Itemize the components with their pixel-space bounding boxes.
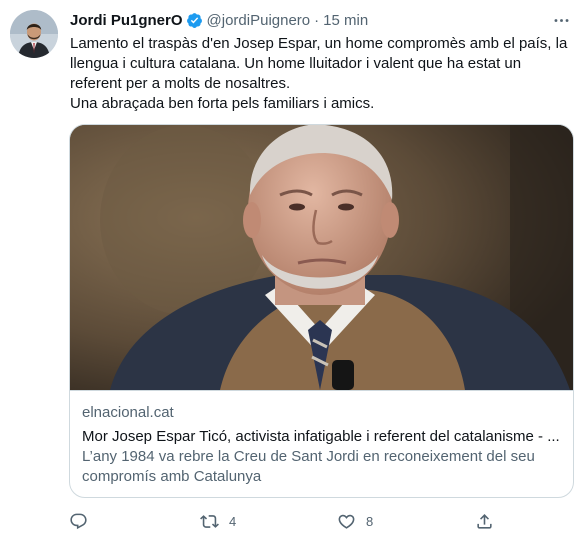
like-icon — [337, 512, 356, 531]
card-domain: elnacional.cat — [82, 404, 174, 421]
card-divider — [70, 390, 573, 391]
more-icon[interactable] — [547, 8, 575, 32]
card-description: L’any 1984 va rebre la Creu de Sant Jord… — [82, 448, 535, 485]
tweet-text-paragraph: Una abraçada ben forta pels familiars i … — [70, 95, 375, 112]
retweet-icon — [200, 512, 219, 531]
tweet-text-paragraph: Lamento el traspàs d'en Josep Espar, un … — [70, 35, 568, 92]
retweet-count: 4 — [229, 513, 237, 529]
tweet-header: Jordi Pu1gnerO @jordiPuignero · 15 min — [70, 9, 368, 31]
reply-icon — [69, 512, 88, 531]
tweet-actions: 4 8 — [69, 508, 499, 534]
share-button[interactable] — [475, 508, 494, 534]
reply-button[interactable] — [69, 508, 98, 534]
verified-badge-icon — [186, 12, 203, 29]
timestamp-link[interactable]: 15 min — [323, 12, 368, 29]
avatar[interactable] — [10, 10, 58, 58]
card-image[interactable] — [70, 125, 573, 390]
like-button[interactable]: 8 — [337, 508, 373, 534]
tweet[interactable]: Jordi Pu1gnerO @jordiPuignero · 15 min L… — [0, 0, 585, 546]
retweet-button[interactable]: 4 — [200, 508, 236, 534]
tweet-text: Lamento el traspàs d'en Josep Espar, un … — [70, 34, 575, 114]
link-preview-card[interactable]: elnacional.cat Mor Josep Espar Ticó, act… — [69, 124, 574, 498]
author-handle[interactable]: @jordiPuignero — [207, 12, 311, 29]
share-icon — [475, 512, 494, 531]
separator-dot: · — [314, 11, 320, 29]
card-title[interactable]: Mor Josep Espar Ticó, activista infatiga… — [82, 427, 562, 447]
like-count: 8 — [366, 513, 374, 529]
author-name[interactable]: Jordi Pu1gnerO — [70, 12, 183, 29]
